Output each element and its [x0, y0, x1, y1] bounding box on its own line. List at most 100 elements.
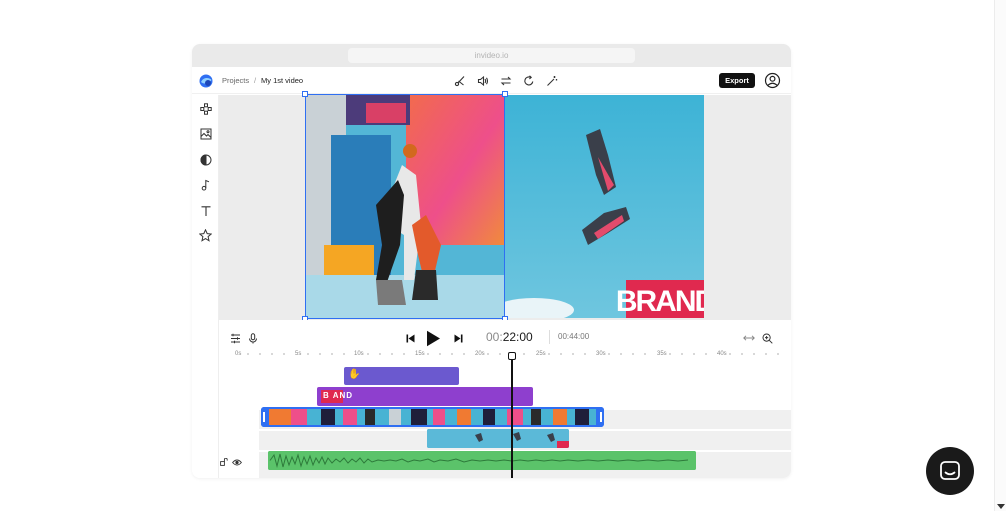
unlink-icon[interactable] [219, 456, 229, 468]
export-button[interactable]: Export [719, 73, 755, 88]
time-ruler[interactable]: 0s 5s 10s 15s 20s 25s 30s 35s 40s [235, 350, 791, 362]
preview-canvas[interactable]: BRAND [219, 91, 791, 322]
brand-text-clip[interactable]: B AND [317, 387, 533, 406]
resize-handle-top-right[interactable] [502, 91, 508, 97]
current-time-value: 22:00 [502, 330, 533, 344]
url-bar[interactable]: invideo.io [348, 48, 635, 63]
ruler-tick [451, 353, 453, 355]
ruler-label: 15s [415, 351, 425, 357]
ruler-tick [572, 353, 574, 355]
ruler-tick [620, 353, 622, 355]
ruler-tick [632, 353, 634, 355]
elements-icon[interactable] [198, 101, 213, 116]
magic-wand-icon[interactable] [544, 73, 560, 89]
ruler-label: 10s [354, 351, 364, 357]
app-header: Projects / My 1st video Export [192, 67, 791, 94]
breadcrumb-separator: / [254, 76, 257, 85]
ruler-tick [463, 353, 465, 355]
brand-clip-label: B AND [323, 391, 354, 400]
current-time-prefix: 00: [486, 330, 503, 344]
shoes-overlay-clip[interactable] [427, 429, 569, 448]
ruler-tick [379, 353, 381, 355]
ruler-label: 40s [717, 351, 727, 357]
chat-icon [940, 461, 960, 480]
ruler-tick [765, 353, 767, 355]
ruler-tick [681, 353, 683, 355]
invideo-logo-icon[interactable] [199, 74, 213, 88]
color-icon[interactable] [198, 152, 213, 167]
brand-text: BRAND [616, 285, 704, 318]
chat-support-button[interactable] [926, 447, 974, 495]
scroll-down-arrow-icon[interactable] [997, 504, 1005, 509]
ruler-tick [669, 353, 671, 355]
text-icon[interactable] [198, 203, 213, 218]
ruler-tick [283, 353, 285, 355]
ruler-tick [644, 353, 646, 355]
ruler-label: 20s [475, 351, 485, 357]
fit-width-icon[interactable] [742, 331, 756, 345]
skip-forward-icon[interactable] [452, 331, 464, 345]
ruler-tick [693, 353, 695, 355]
ruler-tick [741, 353, 743, 355]
ruler-tick [777, 353, 779, 355]
star-icon[interactable] [198, 228, 213, 243]
play-icon[interactable] [424, 329, 442, 347]
ruler-tick [584, 353, 586, 355]
ruler-tick [331, 353, 333, 355]
ruler-tick [499, 353, 501, 355]
ruler-tick [729, 353, 731, 355]
zoom-icon[interactable] [760, 331, 774, 345]
ruler-label: 5s [295, 351, 302, 357]
edit-toolbar [452, 73, 560, 89]
selection-box[interactable] [302, 91, 508, 322]
microphone-icon[interactable] [246, 331, 260, 345]
main-video-clip[interactable] [261, 407, 604, 427]
playhead-handle[interactable] [508, 352, 516, 360]
left-sidebar [192, 95, 219, 478]
swap-icon[interactable] [498, 73, 514, 89]
ruler-tick [427, 353, 429, 355]
user-account-icon[interactable] [764, 72, 781, 89]
ruler-tick [367, 353, 369, 355]
ruler-tick [307, 353, 309, 355]
project-title[interactable]: My 1st video [261, 76, 303, 86]
timeline-settings-icon[interactable] [228, 331, 242, 345]
rotate-icon[interactable] [521, 73, 537, 89]
skip-back-icon[interactable] [404, 331, 416, 345]
app-window: invideo.io Projects / My 1st video Expor… [192, 44, 791, 478]
ruler-label: 0s [235, 351, 242, 357]
ruler-label: 25s [536, 351, 546, 357]
audio-clip[interactable] [268, 451, 696, 470]
ruler-tick [319, 353, 321, 355]
breadcrumb-projects[interactable]: Projects [222, 76, 249, 86]
current-time: 00:22:00 [486, 330, 533, 344]
playhead-line[interactable] [511, 355, 513, 478]
total-time: 00:44:00 [558, 332, 590, 341]
page-scrollbar[interactable] [994, 0, 1006, 511]
ruler-tick [247, 353, 249, 355]
overlay-track[interactable] [259, 474, 791, 478]
volume-icon[interactable] [475, 73, 491, 89]
sticker-clip-thumbnail: ✋ [348, 369, 361, 380]
ruler-tick [608, 353, 610, 355]
page: invideo.io Projects / My 1st video Expor… [0, 0, 1006, 511]
browser-bar: invideo.io [192, 44, 791, 67]
ruler-tick [259, 353, 261, 355]
ruler-tick [705, 353, 707, 355]
ruler-tick [271, 353, 273, 355]
ruler-tick [548, 353, 550, 355]
ruler-tick [403, 353, 405, 355]
ruler-tick [391, 353, 393, 355]
time-divider [549, 330, 550, 344]
ruler-label: 30s [596, 351, 606, 357]
ruler-tick [560, 353, 562, 355]
media-icon[interactable] [198, 126, 213, 141]
visibility-icon[interactable] [231, 456, 243, 468]
cut-icon[interactable] [452, 73, 468, 89]
ruler-label: 35s [657, 351, 667, 357]
shoes-image[interactable]: BRAND [504, 95, 704, 318]
sticker-clip[interactable]: ✋ [344, 367, 459, 385]
resize-handle-top-left[interactable] [302, 91, 308, 97]
music-icon[interactable] [198, 177, 213, 192]
ruler-tick [343, 353, 345, 355]
